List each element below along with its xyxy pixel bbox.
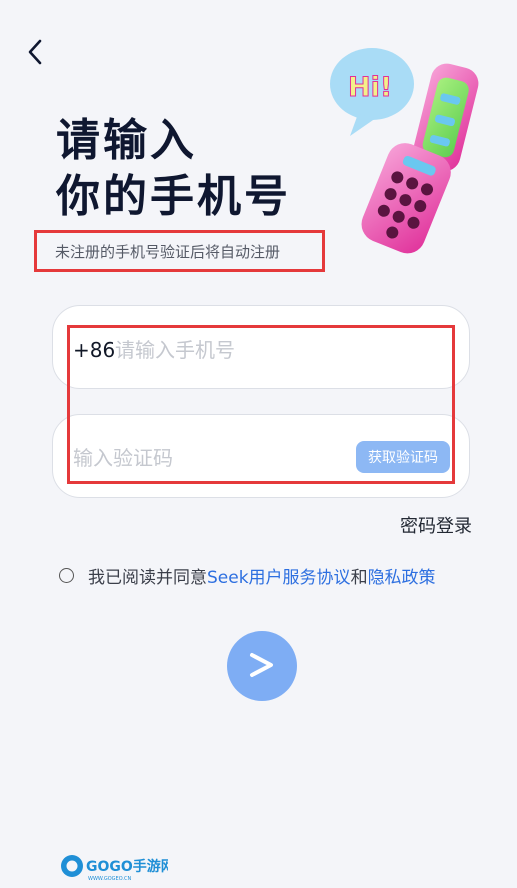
agreement-checkbox[interactable] (59, 568, 74, 583)
title-line-1: 请输入 (56, 115, 197, 166)
agreement-row: 我已阅读并同意 Seek用户服务协议 和 隐私政策 (59, 563, 436, 588)
title-line-2: 你的手机号 (56, 171, 291, 222)
phone-input[interactable] (115, 332, 415, 368)
back-button[interactable] (18, 34, 52, 74)
svg-text:WWW.GOGEO.CN: WWW.GOGEO.CN (88, 876, 132, 882)
agreement-text: 我已阅读并同意 (88, 568, 207, 588)
country-code[interactable]: +86 (73, 338, 115, 362)
register-hint: 未注册的手机号验证后将自动注册 (55, 242, 281, 261)
register-hint-highlight: 未注册的手机号验证后将自动注册 (34, 230, 325, 272)
terms-link[interactable]: Seek用户服务协议 (207, 563, 351, 588)
password-login-link[interactable]: 密码登录 (400, 512, 472, 538)
chevron-left-icon (26, 38, 44, 70)
svg-text:Hi!: Hi! (348, 72, 392, 103)
verification-code-input[interactable] (73, 440, 333, 476)
agreement-and-text: 和 (350, 568, 368, 588)
phone-field: +86 (52, 305, 470, 389)
flip-phone-illustration: Hi! (328, 36, 488, 256)
svg-text:GOGO手游网: GOGO手游网 (86, 858, 168, 875)
submit-button[interactable] (227, 631, 297, 701)
privacy-policy-link[interactable]: 隐私政策 (368, 563, 436, 588)
arrow-right-icon (247, 652, 277, 681)
watermark-logo: GOGO手游网 WWW.GOGEO.CN (60, 852, 168, 882)
get-code-button[interactable]: 获取验证码 (356, 441, 450, 473)
page-title: 请输入 你的手机号 (56, 113, 291, 225)
verification-code-field: 获取验证码 (52, 414, 470, 498)
